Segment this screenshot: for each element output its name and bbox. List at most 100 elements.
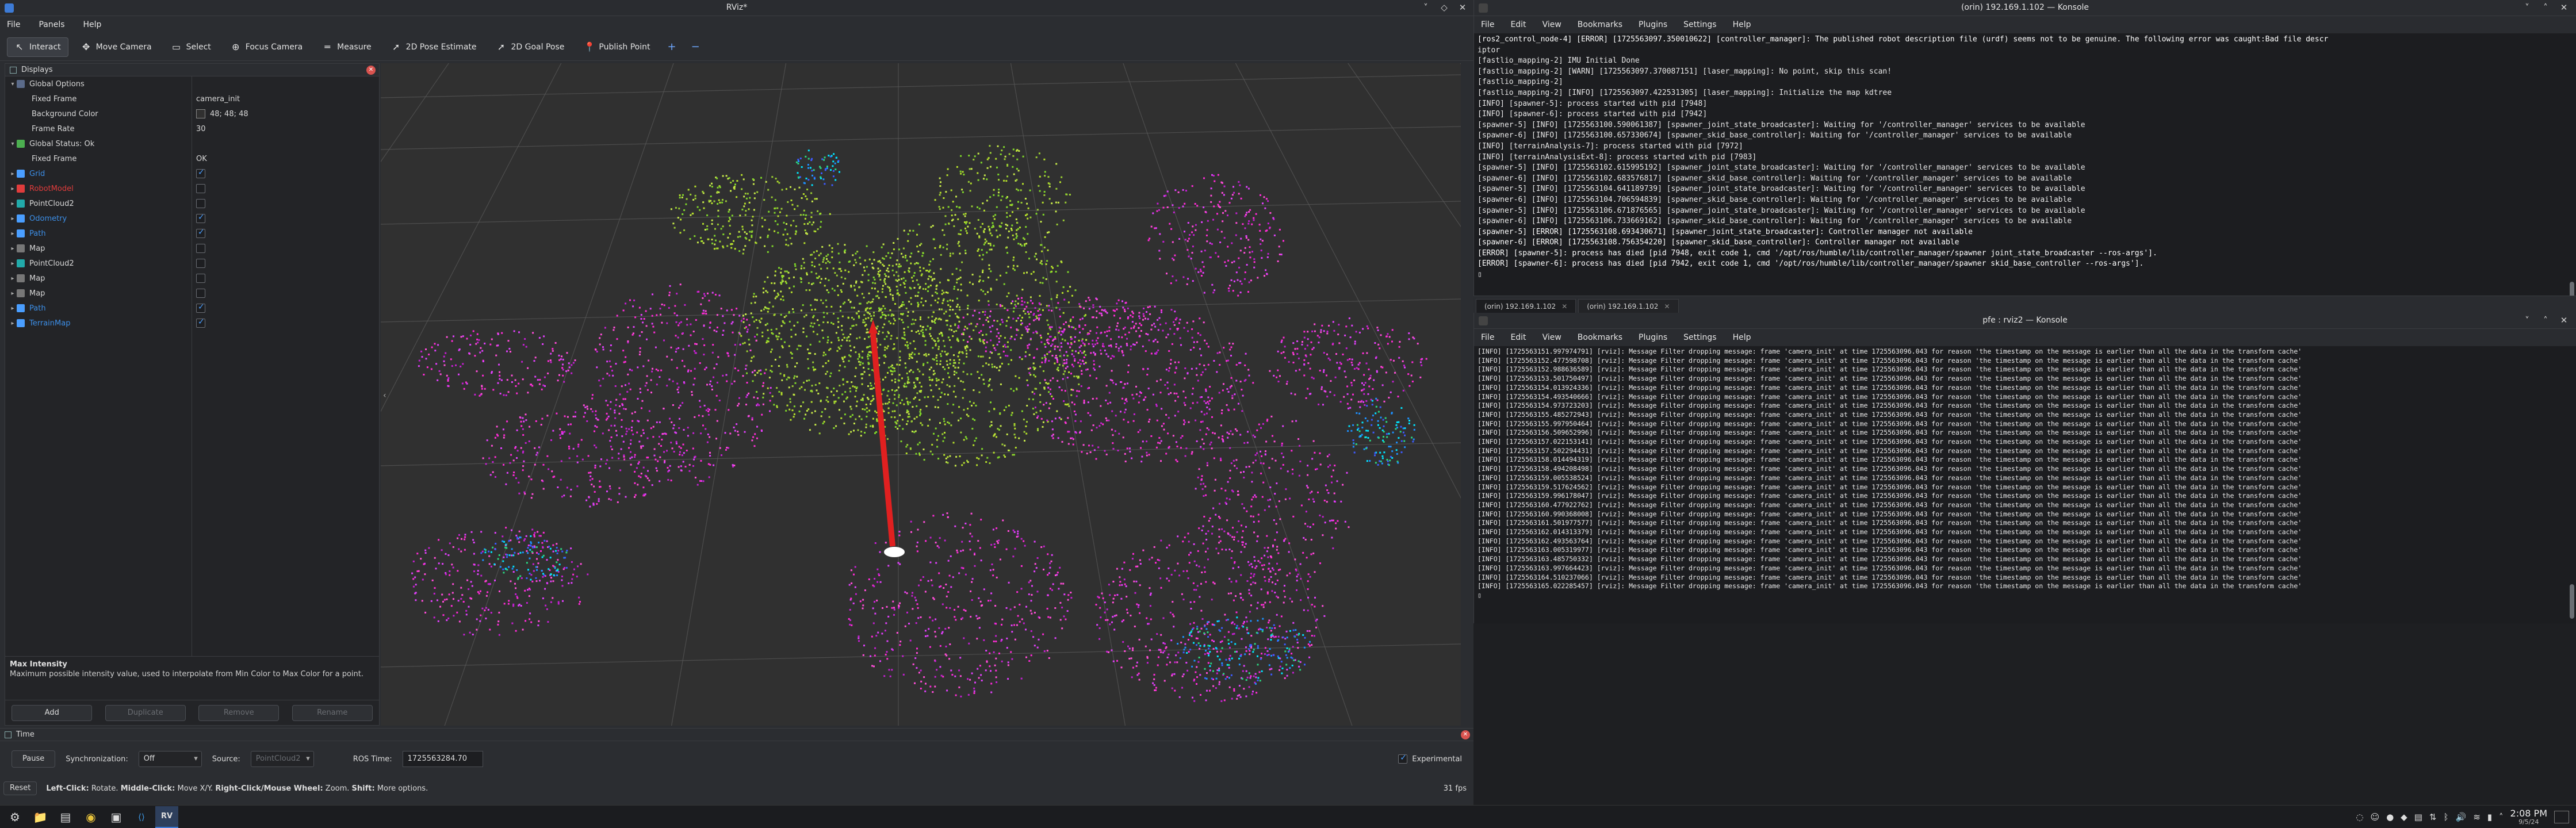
enable-checkbox[interactable] bbox=[196, 199, 205, 208]
konsole-bottom-menu-plugins[interactable]: Plugins bbox=[1639, 333, 1667, 342]
expand-down-icon[interactable]: ▾ bbox=[9, 141, 17, 147]
pause-button[interactable]: Pause bbox=[12, 750, 56, 768]
tree-value[interactable] bbox=[196, 199, 205, 208]
tree-value[interactable]: 48; 48; 48 bbox=[196, 109, 248, 118]
tab-close-icon[interactable]: ✕ bbox=[1664, 302, 1670, 310]
konsole-top-menu-bookmarks[interactable]: Bookmarks bbox=[1578, 20, 1622, 29]
tree-value[interactable] bbox=[196, 244, 205, 253]
tree-value[interactable] bbox=[196, 184, 205, 193]
konsole-bottom-menu-settings[interactable]: Settings bbox=[1683, 333, 1716, 342]
close-icon[interactable]: ✕ bbox=[2559, 315, 2569, 325]
show-desktop-icon[interactable] bbox=[2554, 811, 2569, 823]
konsole-top-menu-help[interactable]: Help bbox=[1733, 20, 1751, 29]
expand-right-icon[interactable]: ▸ bbox=[9, 216, 17, 222]
expand-right-icon[interactable]: ▸ bbox=[9, 290, 17, 297]
tool-interact-button[interactable]: ↖ Interact bbox=[7, 37, 68, 57]
tree-row-robotmodel[interactable]: ▸ RobotModel bbox=[5, 181, 379, 196]
konsole-top-menu-view[interactable]: View bbox=[1542, 20, 1561, 29]
enable-checkbox[interactable] bbox=[196, 302, 205, 313]
discord-icon[interactable]: ☺ bbox=[2370, 812, 2379, 822]
rviz-menu-panels[interactable]: Panels bbox=[39, 20, 64, 29]
enable-checkbox[interactable] bbox=[196, 213, 205, 223]
konsole-top-titlebar[interactable]: (orin) 192.169.1.102 — Konsole ˅ ˄ ✕ bbox=[1474, 0, 2576, 16]
minimize-icon[interactable]: ˅ bbox=[1421, 2, 1431, 13]
expand-right-icon[interactable]: ▸ bbox=[9, 201, 17, 207]
rviz-menu-file[interactable]: File bbox=[7, 20, 20, 29]
tree-value[interactable] bbox=[196, 302, 205, 313]
tool-select-button[interactable]: ▭ Select bbox=[164, 37, 218, 57]
expand-right-icon[interactable]: ▸ bbox=[9, 186, 17, 192]
tree-value[interactable] bbox=[196, 259, 205, 268]
clock[interactable]: 2:08 PM 9/5/24 bbox=[2510, 808, 2547, 826]
tool-measure-button[interactable]: ═ Measure bbox=[315, 37, 378, 57]
remove-display-button[interactable]: Remove bbox=[198, 704, 280, 721]
tree-row-odometry[interactable]: ▸ Odometry bbox=[5, 211, 379, 226]
konsole-bottom-menu-help[interactable]: Help bbox=[1733, 333, 1751, 342]
tree-row-pointcloud2[interactable]: ▸ PointCloud2 bbox=[5, 256, 379, 271]
tool-focus-camera-button[interactable]: ⊕ Focus Camera bbox=[224, 37, 309, 57]
expand-right-icon[interactable]: ▸ bbox=[9, 275, 17, 282]
tree-row-background-color[interactable]: Background Color 48; 48; 48 bbox=[5, 106, 379, 121]
panel-close-icon[interactable]: ✕ bbox=[1461, 730, 1470, 739]
enable-checkbox[interactable] bbox=[196, 168, 205, 178]
remove-tool-icon[interactable]: − bbox=[687, 37, 705, 57]
expand-right-icon[interactable]: ▸ bbox=[9, 171, 17, 177]
3d-viewport[interactable] bbox=[381, 63, 1461, 726]
experimental-checkbox[interactable] bbox=[1398, 753, 1408, 764]
enable-checkbox[interactable] bbox=[196, 184, 205, 193]
reset-button[interactable]: Reset bbox=[3, 781, 37, 795]
konsole-bottom-menu-edit[interactable]: Edit bbox=[1510, 333, 1526, 342]
close-icon[interactable]: ✕ bbox=[1457, 2, 1468, 13]
konsole-top-menu-settings[interactable]: Settings bbox=[1683, 20, 1716, 29]
battery-icon[interactable]: ▮ bbox=[2487, 812, 2492, 822]
minimize-icon[interactable]: ˅ bbox=[2522, 2, 2532, 13]
rviz-icon[interactable]: RV bbox=[155, 806, 178, 828]
enable-checkbox[interactable] bbox=[196, 244, 205, 253]
tool-move-camera-button[interactable]: ✥ Move Camera bbox=[74, 37, 159, 57]
tree-row-global-options[interactable]: ▾ Global Options bbox=[5, 76, 379, 91]
rviz-menu-help[interactable]: Help bbox=[83, 20, 102, 29]
tree-row-fixed-frame[interactable]: Fixed Frame camera_init bbox=[5, 91, 379, 106]
chat-icon[interactable]: ● bbox=[2386, 812, 2394, 822]
experimental-toggle[interactable]: Experimental bbox=[1398, 753, 1462, 764]
terminal-scrollbar-bottom[interactable] bbox=[2569, 346, 2575, 619]
add-tool-icon[interactable]: + bbox=[663, 37, 681, 57]
bluetooth-icon[interactable]: ᛒ bbox=[2443, 812, 2448, 822]
rename-display-button[interactable]: Rename bbox=[292, 704, 373, 721]
konsole-top-menu-file[interactable]: File bbox=[1481, 20, 1494, 29]
konsole-icon[interactable]: ▣ bbox=[105, 806, 128, 828]
konsole-tab[interactable]: (orin) 192.169.1.102 ✕ bbox=[1578, 299, 1679, 313]
clipboard-icon[interactable]: ▤ bbox=[2414, 812, 2422, 822]
rviz-titlebar[interactable]: RViz* ˅ ◇ ✕ bbox=[0, 0, 1473, 16]
konsole-top-menu-plugins[interactable]: Plugins bbox=[1639, 20, 1667, 29]
konsole-bottom-menu-file[interactable]: File bbox=[1481, 333, 1494, 342]
maximize-icon[interactable]: ◇ bbox=[1439, 2, 1449, 13]
tree-row-grid[interactable]: ▸ Grid bbox=[5, 166, 379, 181]
tool-2d-goal-pose-button[interactable]: ➚ 2D Goal Pose bbox=[489, 37, 572, 57]
chrome-icon[interactable]: ◉ bbox=[79, 806, 102, 828]
source-select[interactable]: PointCloud2 bbox=[250, 751, 314, 767]
konsole-bottom-titlebar[interactable]: pfe : rviz2 — Konsole ˅ ˄ ✕ bbox=[1474, 313, 2576, 329]
tree-row-fixed-frame[interactable]: Fixed Frame OK bbox=[5, 151, 379, 166]
dropbox-icon[interactable]: ◆ bbox=[2401, 812, 2407, 822]
steam-icon[interactable]: ◌ bbox=[2356, 812, 2363, 822]
tree-row-terrainmap[interactable]: ▸ TerrainMap bbox=[5, 316, 379, 331]
close-icon[interactable]: ✕ bbox=[2559, 2, 2569, 13]
panel-collapse-icon[interactable]: ‹ bbox=[383, 391, 386, 400]
tree-value[interactable] bbox=[196, 213, 205, 223]
panel-close-icon[interactable]: ✕ bbox=[366, 66, 376, 75]
tree-row-frame-rate[interactable]: Frame Rate 30 bbox=[5, 121, 379, 136]
tree-value[interactable]: camera_init bbox=[196, 95, 240, 103]
tree-row-global-status-ok[interactable]: ▾ Global Status: Ok bbox=[5, 136, 379, 151]
terminal-icon[interactable]: ▤ bbox=[54, 806, 77, 828]
tree-value[interactable]: 30 bbox=[196, 125, 206, 133]
konsole-top-menu-edit[interactable]: Edit bbox=[1510, 20, 1526, 29]
tree-row-map[interactable]: ▸ Map bbox=[5, 286, 379, 301]
minimize-icon[interactable]: ˅ bbox=[2522, 315, 2532, 325]
expand-right-icon[interactable]: ▸ bbox=[9, 260, 17, 267]
app-launcher-icon[interactable]: ⚙ bbox=[3, 806, 26, 828]
color-swatch[interactable] bbox=[196, 109, 205, 118]
tree-row-path[interactable]: ▸ Path bbox=[5, 226, 379, 241]
tool-publish-point-button[interactable]: 📍 Publish Point bbox=[577, 37, 657, 57]
tree-value[interactable] bbox=[196, 168, 205, 178]
